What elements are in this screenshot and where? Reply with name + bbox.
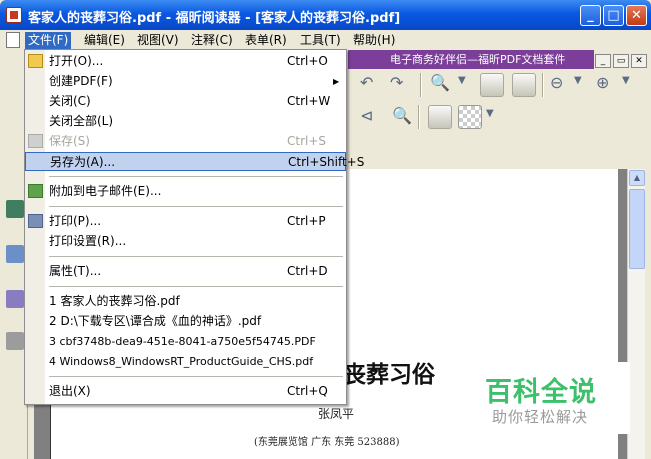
- menu-item-open[interactable]: 打开(O)... Ctrl+O: [25, 52, 346, 71]
- menu-form[interactable]: 表单(R): [242, 32, 290, 49]
- menu-item-print[interactable]: 打印(P)... Ctrl+P: [25, 212, 346, 231]
- menu-item-print-setup[interactable]: 打印设置(R)...: [25, 232, 346, 251]
- document-heading: 丧葬习俗: [343, 361, 435, 388]
- attachments-icon[interactable]: [6, 332, 24, 350]
- minimize-button[interactable]: _: [580, 5, 601, 26]
- toolbar-separator: [542, 73, 544, 97]
- folder-icon: [28, 54, 43, 68]
- app-icon: [6, 7, 22, 23]
- menu-help[interactable]: 帮助(H): [350, 32, 398, 49]
- email-icon: [28, 184, 43, 198]
- menu-separator: [49, 286, 343, 287]
- menu-separator: [49, 176, 343, 177]
- menu-item-recent-2[interactable]: 2 D:\下载专区\谭合成《血的神话》.pdf: [25, 312, 346, 331]
- menu-item-attach-email[interactable]: 附加到电子邮件(E)...: [25, 182, 346, 201]
- menu-separator: [49, 206, 343, 207]
- submenu-arrow-icon: ▶: [333, 77, 340, 86]
- menu-item-close-all[interactable]: 关闭全部(L): [25, 112, 346, 131]
- previous-view-icon[interactable]: ⊲: [360, 106, 373, 125]
- scroll-up-button[interactable]: ▲: [629, 170, 645, 186]
- dropdown-arrow-icon[interactable]: ▼: [622, 75, 630, 86]
- mdi-controls: _ ▭ ✕: [593, 52, 647, 68]
- zoom-tool-icon[interactable]: 🔍: [430, 73, 450, 92]
- watermark-title: 百科全说: [485, 377, 597, 408]
- doc-restore-button[interactable]: ▭: [613, 54, 629, 68]
- bookmarks-icon[interactable]: [6, 200, 24, 218]
- window-title: 客家人的丧葬习俗.pdf - 福昕阅读器 - [客家人的丧葬习俗.pdf]: [28, 11, 401, 26]
- menu-edit[interactable]: 编辑(E): [81, 32, 128, 49]
- fit-page-icon[interactable]: [480, 73, 504, 97]
- dropdown-arrow-icon[interactable]: ▼: [458, 75, 466, 86]
- menu-item-recent-4[interactable]: 4 Windows8_WindowsRT_ProductGuide_CHS.pd…: [25, 352, 346, 371]
- menu-item-recent-1[interactable]: 1 客家人的丧葬习俗.pdf: [25, 292, 346, 311]
- undo-icon[interactable]: ↶: [360, 73, 373, 92]
- zoom-in-icon[interactable]: ⊕: [596, 73, 609, 92]
- fit-width-icon[interactable]: [512, 73, 536, 97]
- menu-bar: 文件(F) 编辑(E) 视图(V) 注释(C) 表单(R) 工具(T) 帮助(H…: [0, 30, 651, 50]
- annotations-icon[interactable]: [6, 290, 24, 308]
- promo-banner[interactable]: 电子商务好伴侣—福昕PDF文档套件: [348, 50, 594, 69]
- maximize-button[interactable]: □: [603, 5, 624, 26]
- menu-item-close[interactable]: 关闭(C) Ctrl+W: [25, 92, 346, 111]
- pages-icon[interactable]: [6, 245, 24, 263]
- scroll-thumb[interactable]: [629, 189, 645, 269]
- redo-icon[interactable]: ↷: [390, 73, 403, 92]
- menu-item-exit[interactable]: 退出(X) Ctrl+Q: [25, 382, 346, 401]
- document-author: 张凤平: [318, 407, 355, 421]
- watermark: 百科全说 助你轻松解决: [470, 362, 630, 434]
- save-icon: [28, 134, 43, 148]
- menu-view[interactable]: 视图(V): [134, 32, 182, 49]
- menu-file[interactable]: 文件(F): [25, 32, 72, 49]
- dropdown-arrow-icon[interactable]: ▼: [486, 108, 494, 119]
- menu-separator: [49, 256, 343, 257]
- menu-item-properties[interactable]: 属性(T)... Ctrl+D: [25, 262, 346, 281]
- close-button[interactable]: ✕: [626, 5, 647, 26]
- watermark-subtitle: 助你轻松解决: [492, 408, 589, 426]
- printer-icon: [28, 214, 43, 228]
- menu-item-create-pdf[interactable]: 创建PDF(F) ▶: [25, 72, 346, 91]
- toolbar-separator: [420, 73, 422, 97]
- title-bar: 客家人的丧葬习俗.pdf - 福昕阅读器 - [客家人的丧葬习俗.pdf] _ …: [0, 0, 651, 30]
- menu-comment[interactable]: 注释(C): [188, 32, 236, 49]
- menu-separator: [49, 376, 343, 377]
- doc-minimize-button[interactable]: _: [595, 54, 611, 68]
- promo-text: 电子商务好伴侣—福昕PDF文档套件: [390, 53, 566, 66]
- find-icon[interactable]: 🔍: [392, 106, 412, 125]
- menu-item-save[interactable]: 保存(S) Ctrl+S: [25, 132, 346, 151]
- document-affiliation: (东莞展览馆 广东 东莞 523888): [254, 437, 400, 448]
- file-menu: 打开(O)... Ctrl+O 创建PDF(F) ▶ 关闭(C) Ctrl+W …: [24, 49, 364, 405]
- background-pattern-icon[interactable]: [458, 105, 482, 129]
- zoom-out-icon[interactable]: ⊖: [550, 73, 563, 92]
- dropdown-arrow-icon[interactable]: ▼: [574, 75, 582, 86]
- snapshot-icon[interactable]: [428, 105, 452, 129]
- doc-close-button[interactable]: ✕: [631, 54, 647, 68]
- menu-tools[interactable]: 工具(T): [297, 32, 344, 49]
- menu-item-save-as[interactable]: 另存为(A)... Ctrl+Shift+S: [25, 152, 364, 171]
- menu-item-recent-3[interactable]: 3 cbf3748b-dea9-451e-8041-a750e5f54745.P…: [25, 332, 346, 351]
- toolbar-separator: [418, 105, 420, 129]
- document-icon[interactable]: [6, 32, 20, 48]
